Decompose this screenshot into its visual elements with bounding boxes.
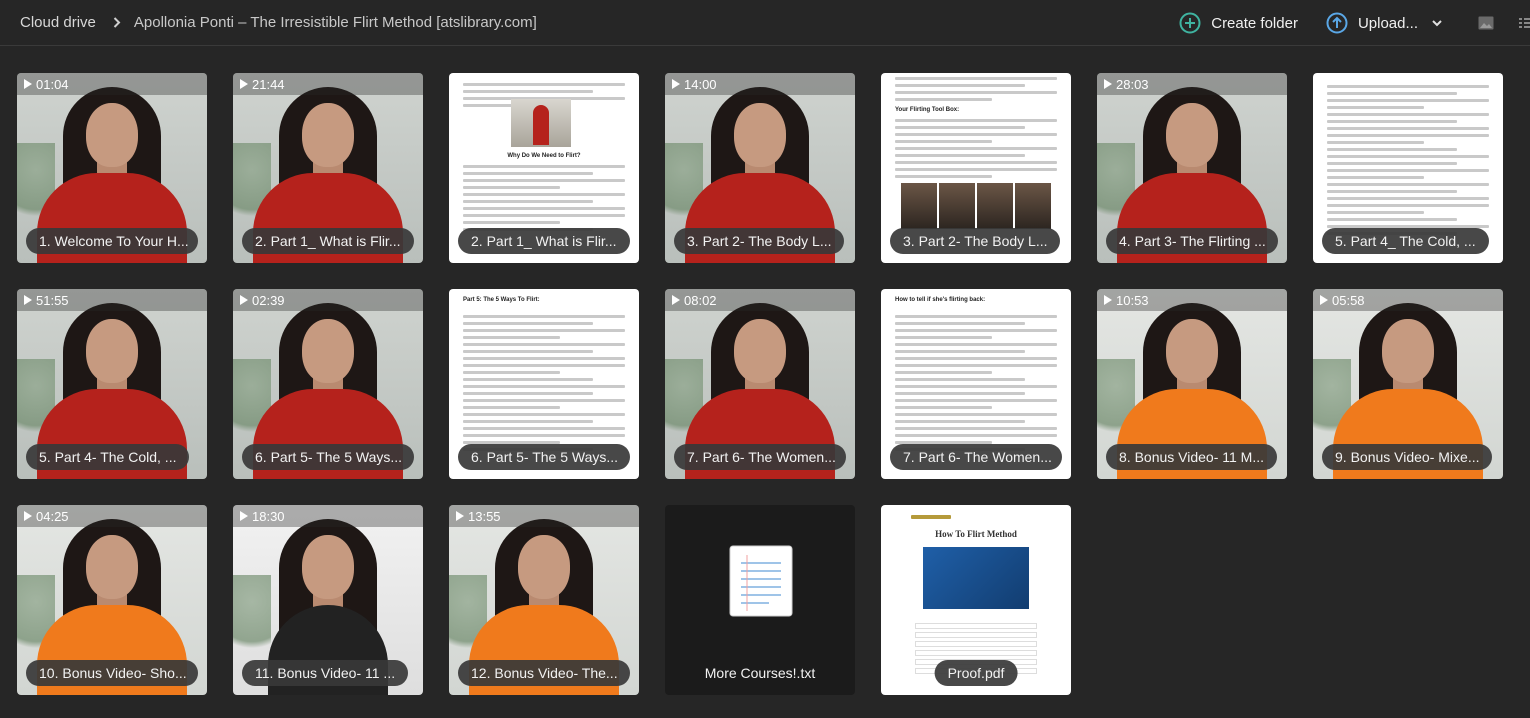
- upload-button[interactable]: Upload...: [1326, 12, 1442, 34]
- video-duration-bar: 18:30: [233, 505, 423, 527]
- file-name-label: 11. Bonus Video- 11 ...: [242, 660, 409, 686]
- video-duration-bar: 04:25: [17, 505, 207, 527]
- file-tile[interactable]: 04:25 10. Bonus Video- Sho...: [17, 505, 207, 695]
- play-icon: [672, 79, 680, 89]
- video-duration-bar: 08:02: [665, 289, 855, 311]
- file-name-label: 5. Part 4_ The Cold, ...: [1322, 228, 1489, 254]
- document-photos: [901, 183, 1051, 229]
- play-icon: [672, 295, 680, 305]
- document-heading: Why Do We Need to Flirt?: [507, 153, 581, 159]
- file-tile[interactable]: 5. Part 4_ The Cold, ...: [1313, 73, 1503, 263]
- video-duration-bar: 51:55: [17, 289, 207, 311]
- video-duration-bar: 14:00: [665, 73, 855, 95]
- file-name-label: Proof.pdf: [934, 660, 1018, 686]
- file-name-label: More Courses!.txt: [704, 665, 816, 681]
- file-name-label: 1. Welcome To Your H...: [26, 228, 198, 254]
- file-tile[interactable]: 18:30 11. Bonus Video- 11 ...: [233, 505, 423, 695]
- file-tile[interactable]: 01:04 1. Welcome To Your H...: [17, 73, 207, 263]
- top-bar: Cloud drive Apollonia Ponti – The Irresi…: [0, 0, 1530, 46]
- play-icon: [1104, 79, 1112, 89]
- file-tile[interactable]: More Courses!.txt: [665, 505, 855, 695]
- video-duration: 10:53: [1116, 292, 1149, 308]
- file-tile[interactable]: How To Flirt Method Proof.pdf: [881, 505, 1071, 695]
- file-name-label: 12. Bonus Video- The...: [458, 660, 630, 686]
- file-name-label: 7. Part 6- The Women...: [674, 444, 846, 470]
- video-duration: 05:58: [1332, 292, 1365, 308]
- list-view-icon[interactable]: [1516, 16, 1530, 30]
- video-duration-bar: 13:55: [449, 505, 639, 527]
- file-tile[interactable]: 05:58 9. Bonus Video- Mixe...: [1313, 289, 1503, 479]
- chevron-right-icon: [106, 17, 128, 28]
- document-heading: Your Flirting Tool Box:: [895, 107, 960, 113]
- file-tile[interactable]: 02:39 6. Part 5- The 5 Ways...: [233, 289, 423, 479]
- create-folder-button[interactable]: Create folder: [1179, 12, 1298, 34]
- document-heading: How to tell if she's flirting back:: [895, 297, 986, 303]
- plus-circle-icon: [1179, 12, 1201, 34]
- play-icon: [240, 79, 248, 89]
- breadcrumb-root-link[interactable]: Cloud drive: [20, 14, 96, 31]
- file-name-label: 2. Part 1_ What is Flir...: [458, 228, 630, 254]
- chevron-down-icon[interactable]: [1432, 19, 1442, 27]
- upload-arrow-icon: [1326, 12, 1348, 34]
- play-icon: [24, 511, 32, 521]
- play-icon: [240, 511, 248, 521]
- upload-label: Upload...: [1357, 14, 1418, 32]
- video-duration-bar: 01:04: [17, 73, 207, 95]
- video-duration: 28:03: [1116, 76, 1149, 92]
- file-tile[interactable]: 13:55 12. Bonus Video- The...: [449, 505, 639, 695]
- video-duration: 04:25: [36, 508, 69, 524]
- video-duration: 13:55: [468, 508, 501, 524]
- text-file-icon: [729, 545, 793, 617]
- file-name-label: 7. Part 6- The Women...: [890, 444, 1062, 470]
- file-name-label: 6. Part 5- The 5 Ways...: [242, 444, 414, 470]
- file-name-label: 6. Part 5- The 5 Ways...: [458, 444, 630, 470]
- create-folder-label: Create folder: [1211, 14, 1298, 32]
- file-grid: 01:04 1. Welcome To Your H... 21:44 2. Part…: [17, 73, 1503, 695]
- video-duration-bar: 21:44: [233, 73, 423, 95]
- play-icon: [1104, 295, 1112, 305]
- file-name-label: 4. Part 3- The Flirting ...: [1106, 228, 1278, 254]
- file-name-label: 3. Part 2- The Body L...: [674, 228, 845, 254]
- file-tile[interactable]: 51:55 5. Part 4- The Cold, ...: [17, 289, 207, 479]
- file-tile[interactable]: How to tell if she's flirting back: 7. Pa…: [881, 289, 1071, 479]
- file-name-label: 2. Part 1_ What is Flir...: [242, 228, 414, 254]
- file-name-label: 3. Part 2- The Body L...: [890, 228, 1061, 254]
- breadcrumb-current-folder: Apollonia Ponti – The Irresistible Flirt…: [133, 14, 537, 31]
- video-duration: 51:55: [36, 292, 69, 308]
- video-duration-bar: 10:53: [1097, 289, 1287, 311]
- video-duration-bar: 02:39: [233, 289, 423, 311]
- play-icon: [24, 295, 32, 305]
- play-icon: [240, 295, 248, 305]
- play-icon: [24, 79, 32, 89]
- document-heading: How To Flirt Method: [935, 529, 1017, 539]
- video-duration: 01:04: [36, 76, 69, 92]
- file-name-label: 5. Part 4- The Cold, ...: [26, 444, 190, 470]
- file-tile[interactable]: 10:53 8. Bonus Video- 11 M...: [1097, 289, 1287, 479]
- file-tile[interactable]: Your Flirting Tool Box: 3. Part 2- The Bo…: [881, 73, 1071, 263]
- document-image: [923, 547, 1029, 609]
- document-heading: Part 5: The 5 Ways To Flirt:: [463, 297, 540, 303]
- file-name-label: 9. Bonus Video- Mixe...: [1322, 444, 1493, 470]
- video-duration: 02:39: [252, 292, 285, 308]
- toolbar-actions: Create folder Upload...: [1179, 0, 1530, 46]
- document-photo: [511, 99, 571, 147]
- file-tile[interactable]: 14:00 3. Part 2- The Body L...: [665, 73, 855, 263]
- video-duration: 14:00: [684, 76, 717, 92]
- thumbnail-view-icon[interactable]: [1478, 16, 1494, 30]
- video-duration: 21:44: [252, 76, 285, 92]
- play-icon: [456, 511, 464, 521]
- breadcrumb: Cloud drive Apollonia Ponti – The Irresi…: [0, 14, 537, 31]
- video-duration-bar: 28:03: [1097, 73, 1287, 95]
- file-tile[interactable]: 08:02 7. Part 6- The Women...: [665, 289, 855, 479]
- file-tile[interactable]: Why Do We Need to Flirt? 2. Part 1_ What …: [449, 73, 639, 263]
- file-name-label: 10. Bonus Video- Sho...: [26, 660, 198, 686]
- file-tile[interactable]: 21:44 2. Part 1_ What is Flir...: [233, 73, 423, 263]
- file-tile[interactable]: Part 5: The 5 Ways To Flirt: 6. Part 5- T…: [449, 289, 639, 479]
- video-duration-bar: 05:58: [1313, 289, 1503, 311]
- file-name-label: 8. Bonus Video- 11 M...: [1106, 444, 1278, 470]
- video-duration: 08:02: [684, 292, 717, 308]
- file-tile[interactable]: 28:03 4. Part 3- The Flirting ...: [1097, 73, 1287, 263]
- video-duration: 18:30: [252, 508, 285, 524]
- play-icon: [1320, 295, 1328, 305]
